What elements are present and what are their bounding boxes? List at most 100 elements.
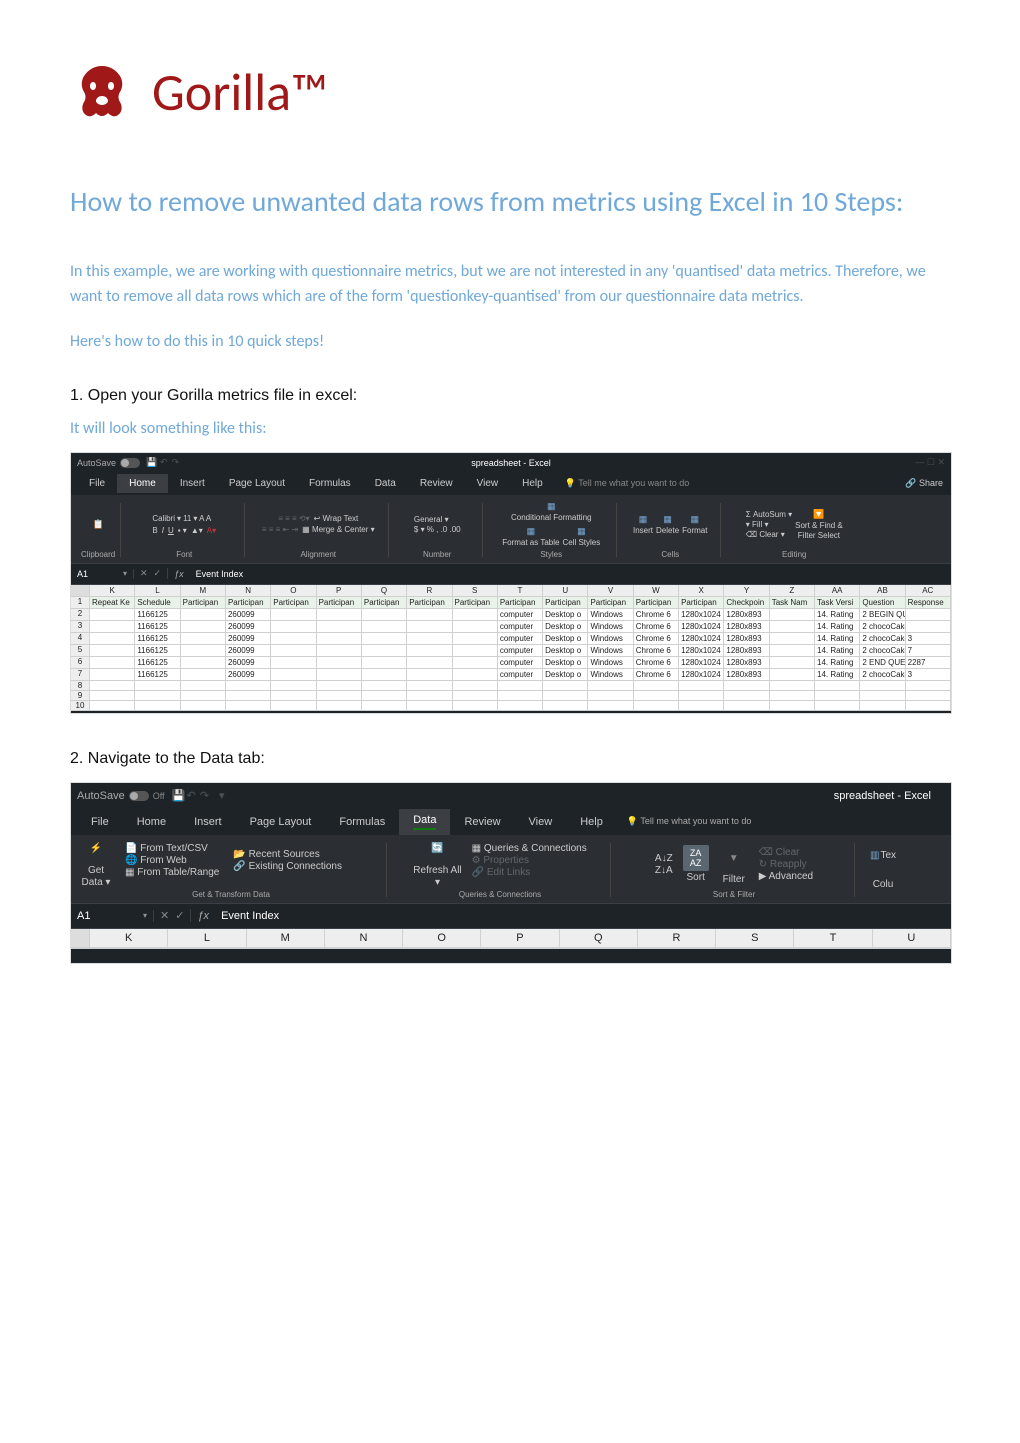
- cell[interactable]: [679, 681, 724, 690]
- cell[interactable]: Desktop o: [543, 633, 588, 644]
- spreadsheet-grid[interactable]: KLMNOPQRSTU: [71, 929, 951, 949]
- tab-insert[interactable]: Insert: [180, 811, 236, 833]
- cell[interactable]: computer: [498, 609, 543, 620]
- merge-center-button[interactable]: ▦ Merge & Center ▾: [302, 525, 375, 534]
- cell[interactable]: [181, 669, 226, 680]
- column-header[interactable]: T: [794, 929, 872, 947]
- cell[interactable]: 260099: [226, 633, 271, 644]
- cell[interactable]: [407, 657, 452, 668]
- cell[interactable]: Desktop o: [543, 669, 588, 680]
- cell[interactable]: [362, 633, 407, 644]
- cell[interactable]: 1166125: [135, 669, 180, 680]
- cell[interactable]: [453, 691, 498, 700]
- tab-view[interactable]: View: [515, 811, 567, 833]
- cell[interactable]: 2 chocoCake: [860, 633, 905, 644]
- cell[interactable]: [770, 621, 815, 632]
- header-cell[interactable]: Question: [860, 597, 905, 608]
- autosave-toggle[interactable]: [120, 458, 140, 468]
- cell[interactable]: [181, 701, 226, 710]
- cell[interactable]: [362, 691, 407, 700]
- cell[interactable]: 1166125: [135, 645, 180, 656]
- tell-me-input[interactable]: 💡 Tell me what you want to do: [565, 478, 690, 489]
- column-header[interactable]: U: [543, 585, 588, 596]
- tab-file[interactable]: File: [77, 474, 117, 493]
- column-header[interactable]: M: [181, 585, 226, 596]
- redo-icon[interactable]: ↷: [198, 789, 211, 802]
- save-icon[interactable]: 💾: [173, 790, 185, 802]
- tell-me-input[interactable]: 💡 Tell me what you want to do: [627, 816, 752, 827]
- font-name-select[interactable]: Calibri: [152, 514, 175, 523]
- cell[interactable]: 1280x1024: [679, 609, 724, 620]
- tab-page-layout[interactable]: Page Layout: [217, 474, 297, 493]
- cell[interactable]: 2 chocoCake: [860, 645, 905, 656]
- cell[interactable]: 1280x893: [724, 633, 769, 644]
- cell[interactable]: [407, 621, 452, 632]
- column-header[interactable]: L: [168, 929, 246, 947]
- cell[interactable]: 1166125: [135, 609, 180, 620]
- header-cell[interactable]: Participan: [362, 597, 407, 608]
- cell[interactable]: 1280x1024: [679, 645, 724, 656]
- sort-za-icon[interactable]: Z↓A: [655, 865, 673, 876]
- cell[interactable]: [453, 645, 498, 656]
- wrap-text-button[interactable]: ↩ Wrap Text: [314, 514, 359, 523]
- fx-icon[interactable]: ƒx: [168, 569, 190, 579]
- cell[interactable]: 1280x893: [724, 609, 769, 620]
- cell[interactable]: [362, 657, 407, 668]
- cell[interactable]: [271, 657, 316, 668]
- row-header[interactable]: 4: [71, 633, 90, 644]
- column-header[interactable]: W: [634, 585, 679, 596]
- from-web-button[interactable]: 🌐 From Web: [125, 855, 187, 866]
- cell[interactable]: 2 chocoCake Strongly Agre: [860, 621, 905, 632]
- cell-styles-icon[interactable]: ▦: [577, 526, 586, 537]
- header-cell[interactable]: Participan: [453, 597, 498, 608]
- cell[interactable]: 260099: [226, 657, 271, 668]
- header-cell[interactable]: Task Versi: [815, 597, 860, 608]
- cell[interactable]: [498, 681, 543, 690]
- enter-fx-icon[interactable]: ✓: [154, 568, 162, 579]
- column-header[interactable]: T: [498, 585, 543, 596]
- cell[interactable]: [453, 657, 498, 668]
- column-header[interactable]: Y: [724, 585, 769, 596]
- clear-button[interactable]: ⌫ Clear ▾: [746, 530, 785, 539]
- cell[interactable]: 1280x893: [724, 621, 769, 632]
- enter-fx-icon[interactable]: ✓: [175, 909, 184, 922]
- cell[interactable]: [226, 691, 271, 700]
- cell[interactable]: [271, 701, 316, 710]
- cell[interactable]: [906, 701, 951, 710]
- text-to-columns-icon[interactable]: ▥: [870, 850, 879, 861]
- properties-button[interactable]: ⚙ Properties: [472, 855, 529, 866]
- cell[interactable]: [860, 681, 905, 690]
- cell[interactable]: 2 chocoCake: [860, 669, 905, 680]
- underline-button[interactable]: U: [168, 526, 174, 535]
- cell[interactable]: [407, 701, 452, 710]
- cell[interactable]: [271, 681, 316, 690]
- header-cell[interactable]: Participan: [634, 597, 679, 608]
- cell[interactable]: [317, 621, 362, 632]
- cell[interactable]: [453, 633, 498, 644]
- autosave-toggle[interactable]: [129, 791, 149, 801]
- name-box[interactable]: A1▾: [71, 910, 154, 922]
- cell[interactable]: [317, 681, 362, 690]
- edit-links-button[interactable]: 🔗 Edit Links: [472, 867, 531, 878]
- cell[interactable]: [181, 681, 226, 690]
- number-format-select[interactable]: General ▾: [414, 515, 449, 524]
- cell[interactable]: [90, 657, 135, 668]
- cell[interactable]: [226, 681, 271, 690]
- header-cell[interactable]: Participan: [181, 597, 226, 608]
- filter-reapply-button[interactable]: ↻ Reapply: [759, 859, 807, 870]
- cell[interactable]: [770, 701, 815, 710]
- cell[interactable]: computer: [498, 657, 543, 668]
- tab-home[interactable]: Home: [123, 811, 180, 833]
- cell[interactable]: [543, 691, 588, 700]
- cell[interactable]: Desktop o: [543, 645, 588, 656]
- tab-data[interactable]: Data: [399, 809, 450, 835]
- cell[interactable]: [271, 609, 316, 620]
- cell[interactable]: computer: [498, 645, 543, 656]
- column-header[interactable]: Q: [560, 929, 638, 947]
- header-cell[interactable]: Participan: [498, 597, 543, 608]
- cell[interactable]: [271, 669, 316, 680]
- cell[interactable]: [407, 609, 452, 620]
- cell[interactable]: [317, 609, 362, 620]
- cell[interactable]: [226, 701, 271, 710]
- cell[interactable]: [90, 701, 135, 710]
